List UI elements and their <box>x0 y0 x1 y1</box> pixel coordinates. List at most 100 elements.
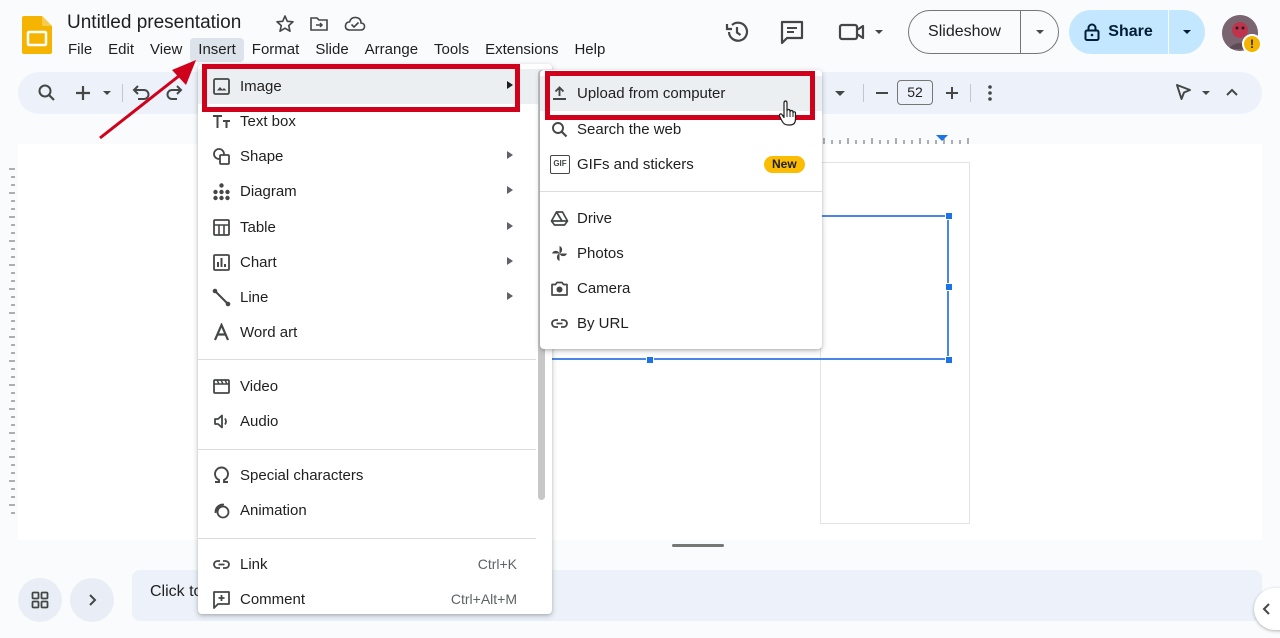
share-main[interactable]: Share <box>1069 10 1169 54</box>
menu-divider <box>198 538 536 539</box>
search-menus-icon[interactable] <box>35 81 59 105</box>
resize-handle[interactable] <box>646 356 654 364</box>
video-icon <box>212 377 231 396</box>
menu-slide[interactable]: Slide <box>307 38 356 62</box>
menu-file[interactable]: File <box>60 38 100 62</box>
menu-item-link[interactable]: Link Ctrl+K <box>198 547 552 582</box>
add-comment-icon <box>212 590 231 609</box>
menu-help[interactable]: Help <box>566 38 613 62</box>
shortcut-label: Ctrl+Alt+M <box>450 591 517 607</box>
meet-icon[interactable] <box>838 19 886 45</box>
document-title[interactable]: Untitled presentation <box>67 12 241 34</box>
menu-item-gifs-and-stickers[interactable]: GIF GIFs and stickers New <box>540 147 822 182</box>
diagram-icon <box>212 182 231 201</box>
menu-item-label: Special characters <box>240 467 364 484</box>
menu-item-label: Table <box>240 219 276 236</box>
grid-icon <box>31 591 49 609</box>
menu-item-diagram[interactable]: Diagram <box>198 174 552 209</box>
menu-item-table[interactable]: Table <box>198 210 552 245</box>
show-filmstrip-button[interactable] <box>70 578 114 622</box>
menu-item-label: Comment <box>240 591 306 608</box>
vertical-ruler <box>0 144 18 540</box>
slideshow-label[interactable]: Slideshow <box>909 11 1021 53</box>
chevron-left-icon <box>1262 603 1270 615</box>
share-button[interactable]: Share <box>1069 10 1205 54</box>
menu-divider <box>540 191 822 192</box>
menu-item-label: Camera <box>577 280 631 297</box>
decrease-font-size-icon[interactable] <box>870 81 894 105</box>
select-tool-icon[interactable] <box>1172 81 1216 105</box>
link-icon <box>212 555 231 574</box>
menu-format[interactable]: Format <box>244 38 308 62</box>
horizontal-ruler <box>820 132 970 144</box>
menu-item-label: GIFs and stickers <box>577 156 694 173</box>
slideshow-options-chevron-icon[interactable] <box>1021 28 1058 36</box>
shortcut-label: Ctrl+K <box>477 556 517 572</box>
account-warning-badge: ! <box>1242 34 1262 54</box>
slides-logo-icon[interactable] <box>22 16 52 54</box>
share-label: Share <box>1108 23 1153 40</box>
text-box-icon <box>212 112 231 131</box>
menu-item-camera[interactable]: Camera <box>540 271 822 306</box>
menu-item-drive[interactable]: Drive <box>540 201 822 236</box>
menu-item-shape[interactable]: Shape <box>198 139 552 174</box>
more-options-icon[interactable] <box>978 81 1002 105</box>
menu-arrange[interactable]: Arrange <box>357 38 426 62</box>
resize-handle[interactable] <box>945 212 953 220</box>
lock-icon <box>1084 23 1100 41</box>
audio-icon <box>212 412 231 431</box>
submenu-arrow-icon <box>507 151 513 159</box>
shapes-icon <box>212 147 231 166</box>
animation-icon <box>212 501 231 520</box>
collapse-toolbar-icon[interactable] <box>1220 81 1244 105</box>
share-options-chevron-icon[interactable] <box>1169 28 1205 36</box>
submenu-arrow-icon <box>507 257 513 265</box>
link-icon <box>550 314 569 333</box>
slideshow-button[interactable]: Slideshow <box>908 10 1059 54</box>
menu-item-comment[interactable]: Comment Ctrl+Alt+M <box>198 582 552 617</box>
comments-icon[interactable] <box>779 19 805 45</box>
submenu-arrow-icon <box>507 292 513 300</box>
resize-handle[interactable] <box>945 283 953 291</box>
toolbar-divider <box>970 84 971 102</box>
menu-item-label: Photos <box>577 245 624 262</box>
menu-item-by-url[interactable]: By URL <box>540 306 822 341</box>
drive-icon <box>550 209 569 228</box>
gif-icon: GIF <box>550 155 570 174</box>
menu-item-label: Line <box>240 289 269 306</box>
menu-item-label: Animation <box>240 502 307 519</box>
menu-item-label: Chart <box>240 254 277 271</box>
table-icon <box>212 218 231 237</box>
speaker-notes-placeholder[interactable]: Click to <box>150 583 202 601</box>
menu-item-animation[interactable]: Animation <box>198 493 552 528</box>
menu-tools[interactable]: Tools <box>426 38 477 62</box>
menu-item-special-characters[interactable]: Special characters <box>198 458 552 493</box>
grid-view-button[interactable] <box>18 578 62 622</box>
star-icon[interactable] <box>275 14 295 34</box>
line-icon <box>212 288 231 307</box>
annotation-highlight-upload <box>545 71 815 120</box>
font-dropdown-chevron-icon[interactable] <box>830 81 850 105</box>
menu-item-label: Link <box>240 556 268 573</box>
menu-item-audio[interactable]: Audio <box>198 404 552 439</box>
menu-item-chart[interactable]: Chart <box>198 245 552 280</box>
font-size-input[interactable]: 52 <box>897 80 933 105</box>
menu-item-photos[interactable]: Photos <box>540 236 822 271</box>
word-art-icon <box>212 323 231 342</box>
menu-extensions[interactable]: Extensions <box>477 38 566 62</box>
notes-resize-handle[interactable] <box>672 544 724 547</box>
menu-item-word-art[interactable]: Word art <box>198 315 552 350</box>
submenu-arrow-icon <box>507 222 513 230</box>
menu-divider <box>198 359 536 360</box>
menu-item-video[interactable]: Video <box>198 369 552 404</box>
cloud-saved-icon[interactable] <box>344 14 366 34</box>
omega-icon <box>212 466 231 485</box>
increase-font-size-icon[interactable] <box>940 81 964 105</box>
move-to-folder-icon[interactable] <box>309 14 329 34</box>
version-history-icon[interactable] <box>724 19 750 45</box>
resize-handle[interactable] <box>945 356 953 364</box>
annotation-arrow-icon <box>96 52 208 142</box>
menu-item-line[interactable]: Line <box>198 280 552 315</box>
menu-item-label: Video <box>240 378 279 395</box>
menu-item-label: Drive <box>577 210 613 227</box>
